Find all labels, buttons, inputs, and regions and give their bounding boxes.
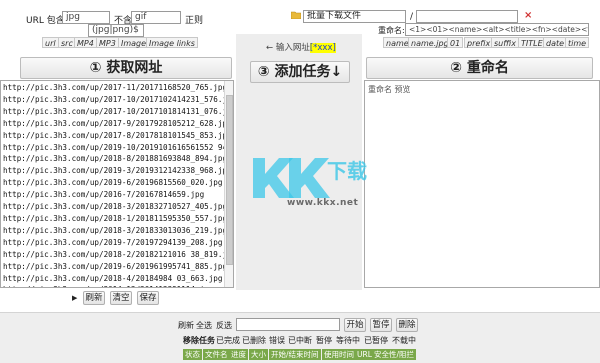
url-list-line: http://pic.3h3.com/up/2019-10/2019101616… — [3, 142, 225, 152]
url-list-line: http://pic.3h3.com/up/2019-7/20197294139… — [3, 237, 223, 247]
clear-icon[interactable]: × — [524, 10, 532, 21]
url-list-line: http://pic.3h3.com/up/2018-3/20183301303… — [3, 225, 225, 235]
task-delete-button[interactable]: 删除 — [396, 318, 418, 332]
column-status[interactable]: 状态 — [183, 349, 202, 360]
column-time-used[interactable]: 使用时间 — [322, 349, 356, 360]
clear-urls-button[interactable]: 清空 — [110, 291, 132, 305]
rename-tag-prefix[interactable]: prefix — [464, 37, 494, 48]
url-list-line: http://pic.3h3.com/up/2019-6/20196199574… — [3, 261, 225, 271]
filter-done[interactable]: 已完成 — [216, 335, 240, 346]
task-pause-button[interactable]: 暂停 — [370, 318, 392, 332]
filter-paused[interactable]: 暂停 — [316, 335, 332, 346]
svg-text:下载: 下载 — [327, 159, 367, 183]
regex-pattern-input[interactable]: (jpg|png)$ — [88, 24, 144, 37]
tag-url[interactable]: url — [42, 37, 59, 48]
tag-image[interactable]: Image — [118, 37, 150, 48]
url-list-line: http://pic.3h3.com/up/2017-10/2017102414… — [3, 94, 225, 104]
column-progress[interactable]: 进度 — [229, 349, 248, 360]
column-filename[interactable]: 文件名 — [203, 349, 230, 360]
url-list-textarea[interactable]: http://pic.3h3.com/up/2017-11/2017116852… — [0, 80, 234, 288]
move-tasks-label: 移除任务 — [183, 336, 215, 345]
rename-tag-name-jpg[interactable]: name.jpg — [408, 37, 452, 48]
url-list-line: http://pic.3h3.com/up/2018-4/20184984 03… — [3, 273, 223, 283]
rename-label: 重命名: — [378, 26, 405, 35]
input-hint-text: ← 输入网址 — [266, 43, 310, 53]
rename-tag-01[interactable]: 01 — [447, 37, 464, 48]
input-hint-highlight: [*xxx] — [309, 43, 336, 53]
rename-tag-time[interactable]: time — [565, 37, 590, 48]
url-list-scrollbar[interactable] — [224, 81, 233, 287]
url-list-line: http://pic.3h3.com/up/2018-1/20181159535… — [3, 213, 225, 223]
save-urls-button[interactable]: 保存 — [137, 291, 159, 305]
rename-preview-label: 重命名 预览 — [368, 85, 411, 94]
url-list-line: http://pic.3h3.com/up/2017-11/2017116852… — [3, 83, 225, 92]
task-refresh-button[interactable]: 刷新 — [178, 320, 194, 331]
add-task-button[interactable]: ③ 添加任务↓ — [250, 61, 350, 83]
regex-label: 正则 — [185, 16, 204, 26]
not-contains-input[interactable]: gif — [131, 11, 181, 24]
column-size[interactable]: 大小 — [249, 349, 268, 360]
url-list-line: http://pic.3h3.com/up/2019-3/20193121423… — [3, 166, 225, 176]
folder-input[interactable]: 批量下载文件 — [303, 10, 406, 23]
url-list-line: http://pic.3h3.com/up/2014-12/2014123911… — [3, 284, 225, 287]
filter-waiting[interactable]: 等待中 — [336, 335, 360, 346]
url-list-line: http://pic.3h3.com/up/2019-6/20196815560… — [3, 178, 223, 188]
tag-mp4[interactable]: MP4 — [74, 37, 97, 48]
task-filter-input[interactable] — [236, 318, 340, 331]
task-invert-button[interactable]: 反选 — [216, 320, 232, 331]
rename-tag-suffix[interactable]: suffix — [491, 37, 519, 48]
folder-icon — [290, 11, 302, 20]
rename-tag-date[interactable]: date — [543, 37, 568, 48]
column-security[interactable]: 安全性/阻拦 — [372, 349, 417, 360]
rename-tag-title[interactable]: TITLE — [518, 37, 546, 48]
task-start-button[interactable]: 开始 — [344, 318, 366, 332]
input-hint: ← 输入网址[*xxx] — [266, 41, 336, 53]
url-list-scroll-thumb[interactable] — [226, 95, 233, 265]
filter-interrupted[interactable]: 已中断 — [288, 335, 312, 346]
url-list-line: http://pic.3h3.com/up/2016-7/20167814659… — [3, 190, 205, 200]
url-contains-input[interactable]: jpg — [62, 11, 110, 24]
get-urls-button[interactable]: ① 获取网址 — [20, 57, 232, 79]
url-list-line: http://pic.3h3.com/up/2018-8/20188169384… — [3, 154, 225, 164]
url-list-line: http://pic.3h3.com/up/2017-8/20178181015… — [3, 130, 225, 140]
filter-error[interactable]: 错误 — [269, 335, 285, 346]
play-arrow-icon[interactable]: ▶ — [72, 294, 77, 302]
filter-started[interactable]: 已暂停 — [364, 335, 388, 346]
column-start-end-time[interactable]: 开始/结束时间 — [269, 349, 321, 360]
task-select-all-button[interactable]: 全选 — [196, 320, 212, 331]
filter-deleted[interactable]: 已删除 — [242, 335, 266, 346]
url-contains-label: URL 包含 — [26, 16, 65, 26]
filter-not-downloaded[interactable]: 不载中 — [392, 335, 416, 346]
tag-mp3[interactable]: MP3 — [96, 37, 119, 48]
refresh-urls-button[interactable]: 刷新 — [83, 291, 105, 305]
url-list-line: http://pic.3h3.com/up/2018-2/20182121016… — [3, 249, 225, 259]
tag-image-links[interactable]: Image links — [146, 37, 198, 48]
rename-button[interactable]: ② 重命名 — [366, 57, 593, 79]
url-list-line: http://pic.3h3.com/up/2017-10/2017101814… — [3, 106, 225, 116]
rename-pattern-input[interactable]: <1><01><name><alt><title><fn><date><time… — [405, 23, 589, 36]
watermark-url: www.kkx.net — [287, 198, 359, 208]
rename-preview-textarea[interactable]: 重命名 预览 — [364, 80, 600, 288]
url-list: http://pic.3h3.com/up/2017-11/2017116852… — [3, 82, 225, 287]
subfolder-input[interactable] — [416, 10, 518, 23]
path-separator: / — [410, 12, 414, 22]
url-list-line: http://pic.3h3.com/up/2018-3/20183271052… — [3, 202, 225, 212]
url-list-line: http://pic.3h3.com/up/2017-9/20179281052… — [3, 118, 225, 128]
